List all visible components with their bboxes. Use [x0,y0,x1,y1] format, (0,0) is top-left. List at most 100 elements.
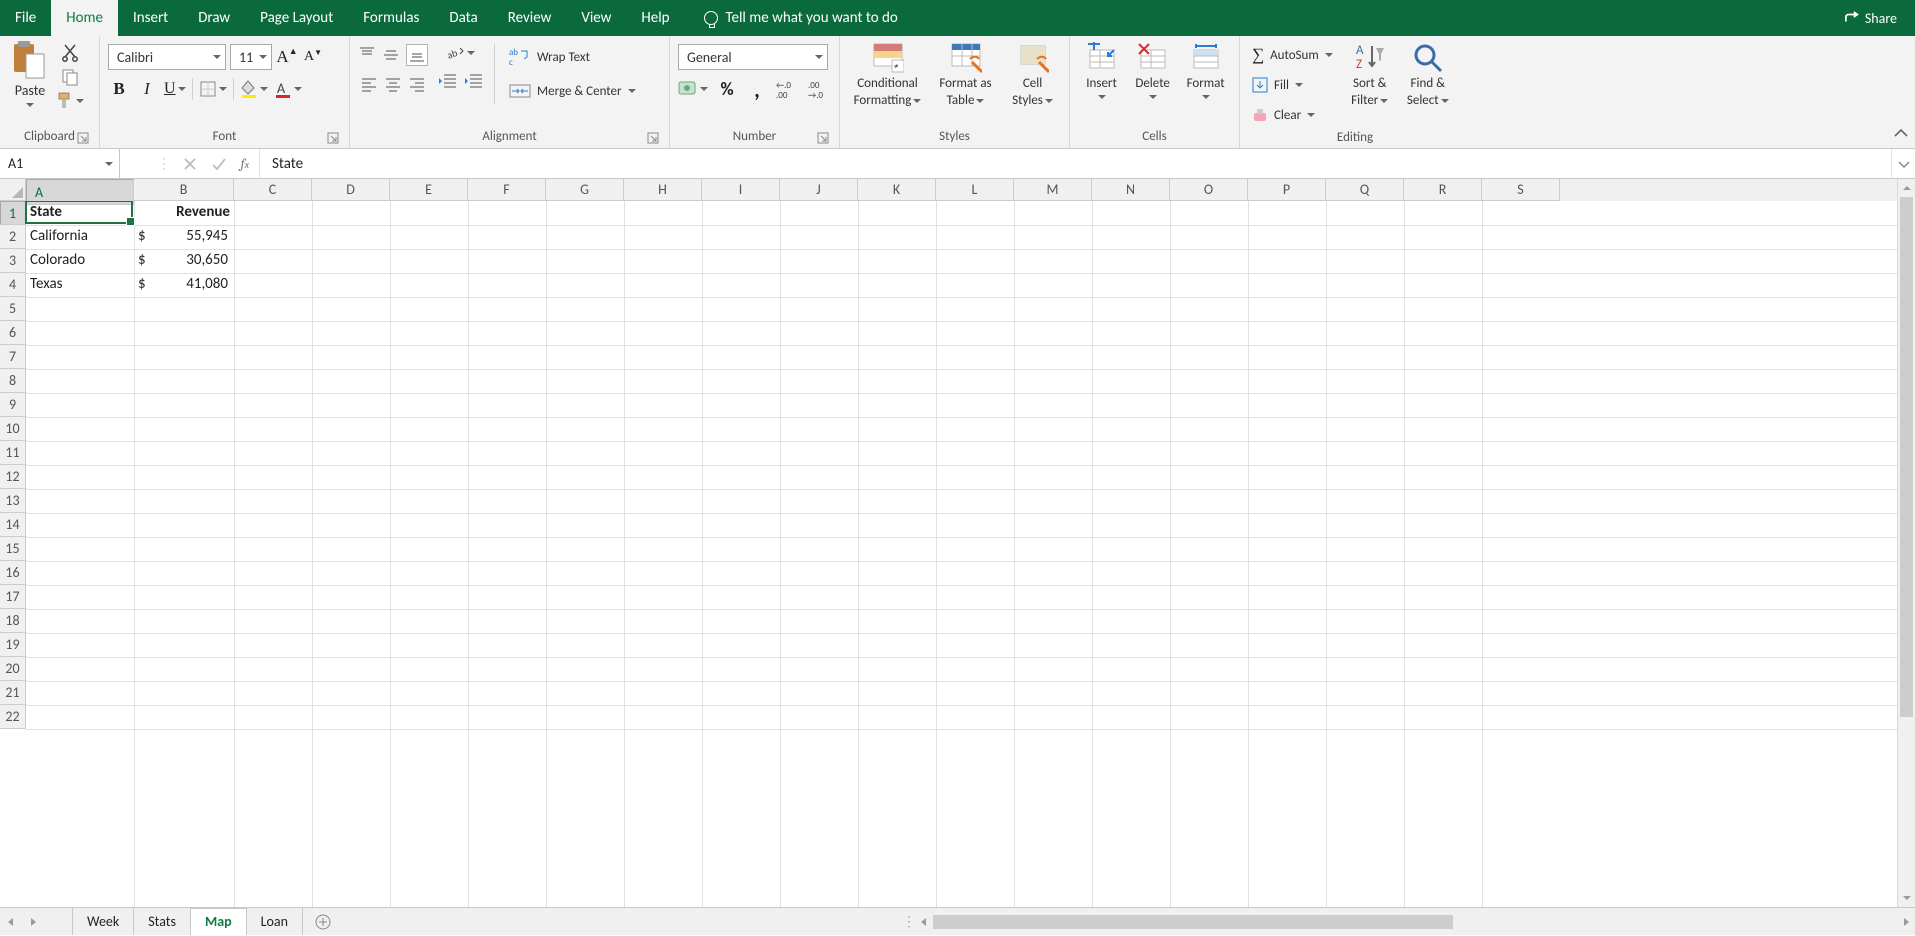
fill-button[interactable]: Fill [1248,72,1307,98]
tell-me[interactable]: Tell me what you want to do [689,0,913,36]
scroll-left-button[interactable] [915,917,933,927]
cell[interactable]: Texas [26,273,134,297]
clear-button[interactable]: Clear [1248,102,1319,128]
column-header[interactable]: H [624,179,702,201]
scroll-thumb[interactable] [1900,197,1913,717]
tab-help[interactable]: Help [626,0,684,36]
tab-draw[interactable]: Draw [183,0,245,36]
split-handle-icon[interactable]: ⋮ [903,908,915,935]
paste-button[interactable]: Paste [8,40,52,109]
align-center-icon[interactable] [384,76,402,94]
cell[interactable]: $41,080 [134,273,234,297]
handle-icon[interactable]: ⋮ [157,155,169,172]
orientation-button[interactable]: ab [447,44,475,62]
horizontal-scrollbar[interactable] [915,908,1915,935]
expand-formula-bar-button[interactable] [1891,149,1915,178]
italic-button[interactable]: I [136,78,158,100]
row-header[interactable]: 3 [0,249,26,273]
row-header[interactable]: 17 [0,585,26,609]
delete-cells-button[interactable]: Delete [1129,42,1176,101]
insert-cells-button[interactable]: Insert [1078,42,1125,101]
dialog-launcher-icon[interactable] [817,132,829,144]
row-header[interactable]: 21 [0,681,26,705]
sheet-tab-stats[interactable]: Stats [134,908,191,935]
increase-indent-icon[interactable] [464,72,484,90]
row-header[interactable]: 12 [0,465,26,489]
row-header[interactable]: 6 [0,321,26,345]
cell[interactable]: California [26,225,134,249]
scroll-right-button[interactable] [1897,917,1915,927]
dialog-launcher-icon[interactable] [77,132,89,144]
accounting-format-button[interactable] [678,80,708,98]
sheet-tab-loan[interactable]: Loan [247,908,303,935]
tab-review[interactable]: Review [493,0,567,36]
row-header[interactable]: 15 [0,537,26,561]
tab-file[interactable]: File [0,0,51,36]
font-name-select[interactable]: Calibri [108,44,226,70]
bold-button[interactable]: B [108,78,130,100]
conditional-formatting-button[interactable]: ≠ Conditional Formatting [849,42,927,108]
row-header[interactable]: 1 [0,201,26,225]
cell[interactable]: State [26,201,134,225]
copy-icon[interactable] [61,68,79,86]
name-box[interactable]: A1 [0,149,120,178]
row-header[interactable]: 16 [0,561,26,585]
row-header[interactable]: 19 [0,633,26,657]
row-header[interactable]: 13 [0,489,26,513]
collapse-ribbon-button[interactable] [1893,126,1909,142]
row-header[interactable]: 11 [0,441,26,465]
tab-view[interactable]: View [566,0,626,36]
cell-styles-button[interactable]: Cell Styles [1005,42,1061,108]
cell[interactable]: Colorado [26,249,134,273]
select-all-button[interactable] [0,179,26,201]
row-header[interactable]: 7 [0,345,26,369]
comma-button[interactable]: , [746,78,768,100]
column-header[interactable]: K [858,179,936,201]
column-header[interactable]: R [1404,179,1482,201]
sheet-nav-next[interactable] [22,908,44,935]
row-header[interactable]: 18 [0,609,26,633]
row-header[interactable]: 9 [0,393,26,417]
sheet-nav-prev[interactable] [0,908,22,935]
column-header[interactable]: N [1092,179,1170,201]
tab-home[interactable]: Home [51,0,118,36]
underline-button[interactable]: U [164,80,186,98]
format-painter-button[interactable] [56,92,84,110]
font-size-select[interactable]: 11 [230,44,272,70]
cell[interactable]: Revenue [134,201,234,225]
scroll-down-button[interactable] [1898,889,1915,907]
column-header[interactable]: M [1014,179,1092,201]
cell[interactable]: $30,650 [134,249,234,273]
find-select-button[interactable]: Find & Select [1403,42,1453,108]
percent-button[interactable]: % [716,78,738,100]
align-right-icon[interactable] [408,76,426,94]
increase-decimal-icon[interactable]: ←.0.00 [776,79,800,99]
column-header[interactable]: Q [1326,179,1404,201]
tab-formulas[interactable]: Formulas [348,0,434,36]
row-header[interactable]: 8 [0,369,26,393]
share-button[interactable]: Share [1827,0,1915,36]
tab-page-layout[interactable]: Page Layout [245,0,348,36]
column-header[interactable]: L [936,179,1014,201]
row-header[interactable]: 10 [0,417,26,441]
align-bottom-icon[interactable] [406,44,428,66]
scroll-thumb[interactable] [933,915,1453,929]
cells-area[interactable]: StateRevenueCalifornia$55,945Colorado$30… [26,201,1915,907]
cell[interactable]: $55,945 [134,225,234,249]
enter-icon[interactable] [211,157,227,171]
column-header[interactable]: D [312,179,390,201]
row-header[interactable]: 5 [0,297,26,321]
sheet-tab-week[interactable]: Week [72,908,134,935]
column-header[interactable]: B [134,179,234,201]
vertical-scrollbar[interactable] [1897,179,1915,907]
add-sheet-button[interactable] [303,908,343,935]
column-header[interactable]: J [780,179,858,201]
column-header[interactable]: O [1170,179,1248,201]
autosum-button[interactable]: ∑AutoSum [1248,42,1337,68]
borders-button[interactable] [199,80,227,98]
increase-font-size-button[interactable]: A▲ [276,46,298,68]
row-header[interactable]: 4 [0,273,26,297]
row-header[interactable]: 20 [0,657,26,681]
column-header[interactable]: G [546,179,624,201]
number-format-select[interactable]: General [678,44,828,70]
